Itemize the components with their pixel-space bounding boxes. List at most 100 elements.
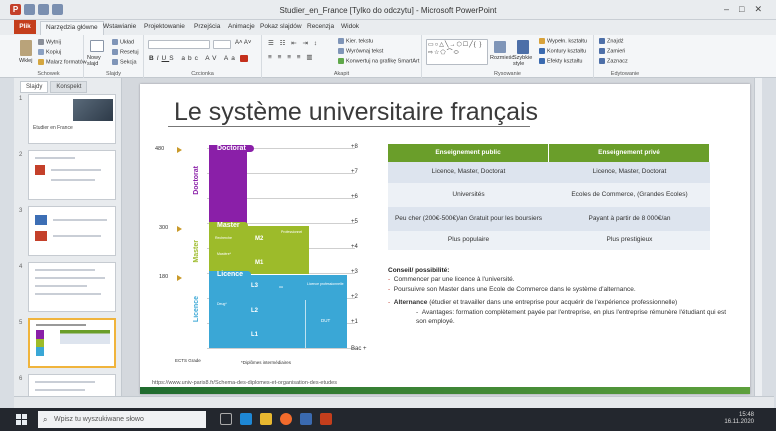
tab-outline[interactable]: Konspekt (50, 81, 88, 93)
close-button[interactable]: ✕ (754, 4, 762, 15)
current-slide[interactable]: Le système universitaire français 480 30… (140, 84, 750, 394)
section-label: Sekcja (120, 59, 137, 66)
tab-slides[interactable]: Slajdy (20, 81, 49, 93)
smartart-label: Konwertuj na grafikę SmartArt (346, 58, 420, 65)
font-family-select[interactable] (148, 40, 210, 49)
start-button[interactable] (16, 414, 27, 425)
tab-design[interactable]: Projektowanie (144, 23, 185, 30)
alternance-paragraph: - Alternance (étudier et travailler dans… (388, 298, 728, 307)
select-label: Zaznacz (607, 58, 628, 65)
align-text-button[interactable]: Wyrównaj tekst (338, 48, 383, 54)
tab-review[interactable]: Recenzja (307, 23, 334, 30)
powerpoint-taskbar-icon[interactable] (320, 413, 332, 425)
shape-fill-button[interactable]: Wypełn. kształtu (539, 38, 587, 44)
table-cell: Licence, Master, Doctorat (388, 162, 549, 183)
cut-label: Wytnij (46, 39, 61, 46)
format-painter-button[interactable]: Malarz formatów (38, 59, 87, 65)
paste-icon[interactable] (20, 40, 32, 56)
list-buttons[interactable]: ☰ ☷ ⇤ ⇥ ↕ (268, 39, 319, 47)
bac-tick: +1 (351, 319, 358, 325)
font-color-icon[interactable] (240, 55, 248, 62)
word-icon[interactable] (300, 413, 312, 425)
slide-thumbnail-selected[interactable] (28, 318, 116, 368)
quick-styles-button[interactable]: Szybkie style (513, 55, 537, 67)
shape-fill-label: Wypełn. kształtu (547, 38, 587, 45)
thumbnail-title: Etudier en France (33, 125, 73, 131)
copy-button[interactable]: Kopiuj (38, 49, 61, 55)
reset-icon (112, 49, 118, 55)
slide-thumbnail[interactable] (28, 262, 116, 312)
shape-effects-button[interactable]: Efekty kształtu (539, 58, 582, 64)
tab-transitions[interactable]: Przejścia (194, 23, 220, 30)
replace-button[interactable]: Zamień (599, 48, 625, 54)
align-buttons[interactable]: ≡ ≡ ≡ ≡ ▥ (268, 53, 315, 61)
slide-thumbnail[interactable] (28, 150, 116, 200)
find-button[interactable]: Znajdź (599, 38, 624, 44)
table-row: Plus populaire Plus prestigieux (388, 231, 710, 250)
arrange-button[interactable]: Rozmieść (490, 55, 514, 61)
thumbnail-line (35, 293, 101, 295)
ribbon-tabs: Plik Narzędzia główne Wstawianie Projekt… (0, 20, 776, 35)
layout-label: Układ (120, 39, 135, 46)
font-style-buttons[interactable]: BIUS abc AV Aa (149, 55, 238, 62)
quick-styles-icon[interactable] (517, 40, 529, 54)
task-view-icon[interactable] (220, 413, 232, 425)
arrange-icon[interactable] (494, 41, 506, 53)
group-label: Akapit (333, 71, 350, 77)
master-side-label: Master (193, 240, 200, 263)
thumbnail-line (35, 389, 85, 391)
footer-bar (140, 387, 750, 394)
new-slide-icon[interactable] (90, 40, 104, 52)
arrow-icon (177, 275, 182, 281)
fill-icon (539, 38, 545, 44)
minimize-button[interactable]: – (724, 4, 729, 15)
taskbar-search[interactable]: Wpisz tu wyszukiwane słowo (38, 411, 206, 428)
file-explorer-icon[interactable] (260, 413, 272, 425)
tab-file[interactable]: Plik (14, 20, 36, 34)
replace-icon (599, 48, 605, 54)
select-button[interactable]: Zaznacz (599, 58, 628, 64)
thumbnail-line (53, 235, 101, 237)
slide-thumbnail[interactable] (28, 206, 116, 256)
table-cell: Plus prestigieux (549, 231, 710, 250)
new-slide-button[interactable]: Nowy slajd (87, 55, 111, 67)
paste-button[interactable]: Wklej (19, 58, 32, 64)
vertical-scrollbar[interactable] (754, 78, 762, 408)
table-cell: Ecoles de Commerce, (Grandes Ecoles) (549, 183, 710, 207)
firefox-icon[interactable] (280, 413, 292, 425)
doctorat-tag: Doctorat (209, 145, 254, 152)
bac-tick: +7 (351, 169, 358, 175)
tab-slideshow[interactable]: Pokaz slajdów (260, 23, 302, 30)
text-direction-button[interactable]: Kier. tekstu (338, 38, 373, 44)
shape-effects-label: Efekty kształtu (547, 58, 583, 65)
tab-view[interactable]: Widok (341, 23, 359, 30)
advice-text[interactable]: Conseil/ possibilité: - Commencer par un… (388, 266, 728, 327)
tab-insert[interactable]: Wstawianie (103, 23, 136, 30)
table-row: Universités Ecoles de Commerce, (Grandes… (388, 183, 710, 207)
thumbnail-line (35, 285, 87, 287)
section-button[interactable]: Sekcja (112, 59, 137, 65)
shape-outline-button[interactable]: Kontury kształtu (539, 48, 586, 54)
grow-font-icon[interactable]: A˄ A˅ (235, 40, 251, 46)
outline-icon (539, 48, 545, 54)
system-clock[interactable]: 15:48 16.11.2020 (724, 412, 754, 426)
slide-thumbnail[interactable]: Etudier en France (28, 94, 116, 144)
tab-animations[interactable]: Animacje (228, 23, 255, 30)
ects-tick: 300 (159, 225, 169, 231)
maximize-button[interactable]: □ (739, 4, 744, 15)
font-size-select[interactable] (213, 40, 231, 49)
layout-button[interactable]: Układ (112, 39, 134, 45)
thumbnail-line (35, 269, 95, 271)
thumbnail-line (51, 169, 101, 171)
slide-title[interactable]: Le système universitaire français (174, 98, 538, 127)
source-link[interactable]: https://www.univ-paris8.fr/Schema-des-di… (152, 380, 337, 386)
degree-diagram: 480 300 180 +8 +7 +6 +5 +4 +3 +2 +1 Bac … (155, 144, 375, 386)
comparison-table: Enseignement public Enseignement privé L… (388, 144, 710, 250)
shapes-gallery[interactable]: ▭○△╲→⬡☐╱{ }⇨☆⬠⌒⬭ (426, 39, 488, 65)
doctorat-side-label: Doctorat (193, 166, 200, 195)
tab-home[interactable]: Narzędzia główne (40, 21, 104, 35)
reset-button[interactable]: Resetuj (112, 49, 139, 55)
smartart-button[interactable]: Konwertuj na grafikę SmartArt (338, 58, 419, 64)
cut-button[interactable]: Wytnij (38, 39, 61, 45)
edge-icon[interactable] (240, 413, 252, 425)
